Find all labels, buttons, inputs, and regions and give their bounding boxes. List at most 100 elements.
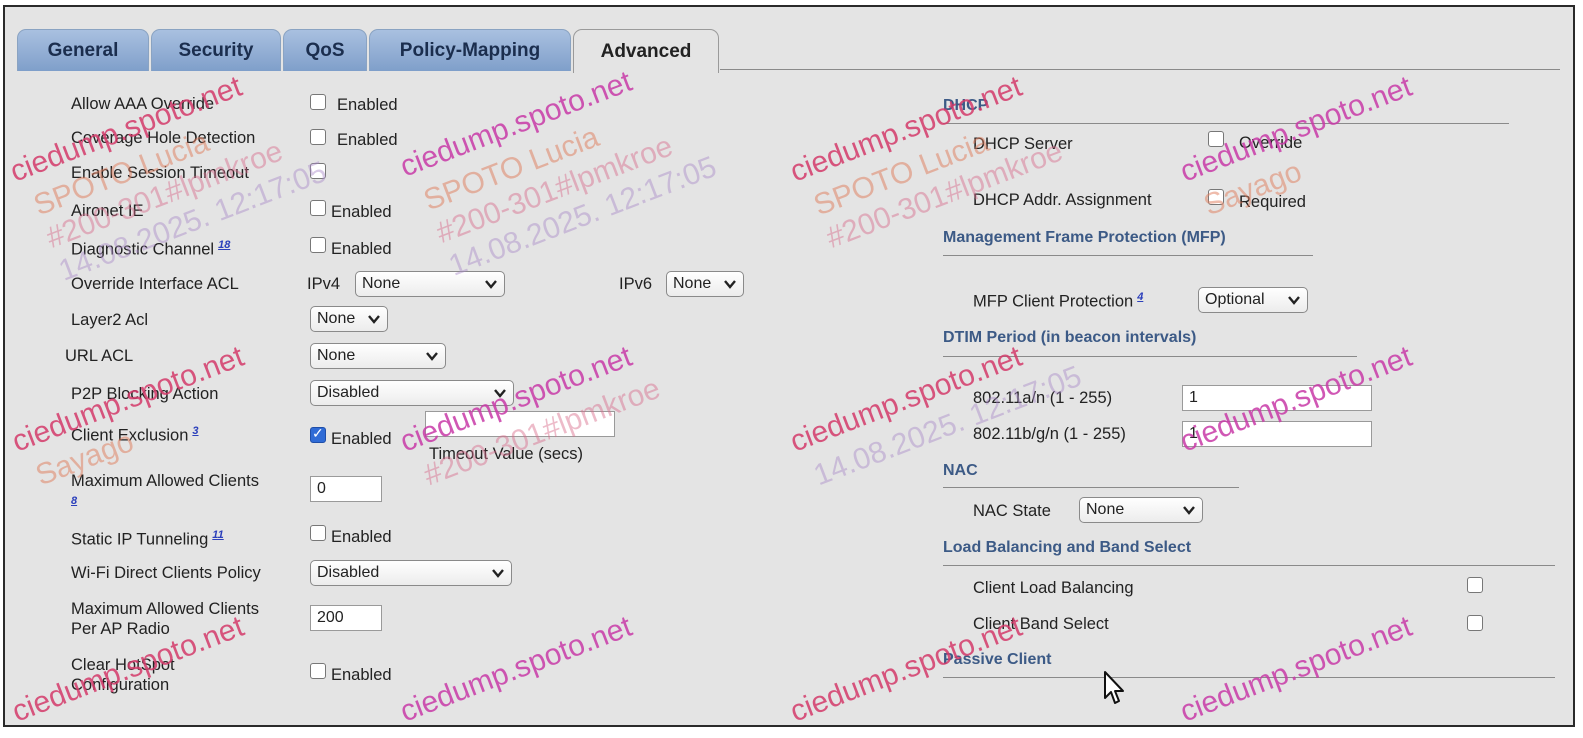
mfp-client-protection-footnote[interactable]: 4 [1137,291,1143,303]
aironet-ie-checkbox[interactable] [310,200,326,216]
p2p-blocking-label: P2P Blocking Action [71,385,219,403]
dtim-a-input[interactable]: 1 [1182,385,1372,411]
mfp-client-protection-label: MFP Client Protection 4 [973,291,1144,311]
chevron-down-icon [368,315,380,324]
watermark-site-text: ciedump.spoto.net [396,65,637,184]
client-band-select-checkbox[interactable] [1467,615,1483,631]
client-exclusion-timeout-label: Timeout Value (secs) [429,445,584,463]
client-exclusion-timeout-input[interactable] [425,411,615,437]
diagnostic-channel-enabled-text: Enabled [331,240,392,258]
dtim-b-label: 802.11b/g/n (1 - 255) [973,425,1126,443]
p2p-blocking-value: Disabled [317,384,380,401]
chevron-down-icon [724,280,736,289]
nac-section-title: NAC [943,462,978,479]
diagnostic-channel-label: Diagnostic Channel 18 [71,239,231,259]
wifi-direct-label: Wi-Fi Direct Clients Policy [71,564,261,582]
dhcp-addr-assignment-label: DHCP Addr. Assignment [973,191,1152,209]
tab-general[interactable]: General [17,29,149,71]
watermark-site-text: ciedump.spoto.net [786,70,1027,189]
override-acl-ipv6-select[interactable]: None [666,271,744,297]
watermark-line2: #200-301#lpmkroe [42,135,287,255]
mfp-section-title: Management Frame Protection (MFP) [943,229,1226,246]
watermark-block-7: ciedump.spoto.net 14.08.2025. 12:17:05 [786,340,1086,493]
url-acl-value: None [317,347,356,364]
client-exclusion-checkbox[interactable] [310,425,326,443]
coverage-hole-checkbox[interactable] [310,129,326,145]
max-clients-radio-label: Maximum Allowed Clients Per AP Radio [71,600,259,638]
watermark-line1: SPOTO Lucia [419,120,603,217]
allow-aaa-override-enabled-text: Enabled [337,96,398,114]
allow-aaa-override-checkbox[interactable] [310,94,326,110]
dtim-section-title: DTIM Period (in beacon intervals) [943,329,1197,346]
watermark-block-10: ciedump.spoto.net [396,610,637,727]
watermark-block-12: ciedump.spoto.net [1176,610,1417,727]
max-clients-input[interactable]: 0 [310,476,382,502]
mfp-client-protection-select[interactable]: Optional [1198,287,1308,313]
dhcp-server-label: DHCP Server [973,135,1073,153]
override-acl-ipv4-label: IPv4 [307,275,341,293]
watermark-site-text: ciedump.spoto.net [1176,610,1417,727]
clear-hotspot-enabled-text: Enabled [331,666,392,684]
dhcp-addr-required-checkbox[interactable] [1208,189,1224,205]
override-acl-ipv4-select[interactable]: None [355,271,505,297]
watermark-site-text: ciedump.spoto.net [1176,70,1417,189]
chevron-down-icon [426,352,438,361]
tab-policy-mapping[interactable]: Policy-Mapping [369,29,571,71]
chevron-down-icon [492,569,504,578]
tab-underline [720,69,1560,70]
watermark-line1: SPOTO Lucia [809,125,993,222]
mfp-divider [943,255,1313,256]
tab-qos[interactable]: QoS [283,29,367,71]
layer2-acl-select[interactable]: None [310,306,388,332]
chevron-down-icon [1288,296,1300,305]
static-ip-label: Static IP Tunneling 11 [71,529,224,549]
load-balancing-section-title: Load Balancing and Band Select [943,539,1192,556]
static-ip-footnote[interactable]: 11 [212,529,223,541]
layer2-acl-value: None [317,310,356,327]
allow-aaa-override-label: Allow AAA Override [71,95,215,113]
client-load-balancing-label: Client Load Balancing [973,579,1134,597]
override-acl-ipv6-label: IPv6 [619,275,653,293]
nac-divider [943,487,1239,488]
wifi-direct-value: Disabled [317,564,380,581]
tab-security[interactable]: Security [151,29,281,71]
dhcp-server-override-checkbox[interactable] [1208,131,1224,147]
override-acl-label: Override Interface ACL [71,275,239,293]
dtim-divider [943,356,1357,357]
static-ip-checkbox[interactable] [310,525,326,541]
p2p-blocking-select[interactable]: Disabled [310,380,514,406]
watermark-block-2: ciedump.spoto.net SPOTO Lucia #200-301#l… [396,65,721,283]
diagnostic-channel-checkbox[interactable] [310,237,326,253]
clear-hotspot-checkbox[interactable] [310,663,326,679]
static-ip-enabled-text: Enabled [331,528,392,546]
session-timeout-checkbox[interactable] [310,163,326,179]
passive-client-divider [943,677,1555,678]
wifi-direct-select[interactable]: Disabled [310,560,512,586]
max-clients-footnote[interactable]: 8 [71,495,77,507]
url-acl-label: URL ACL [65,347,134,365]
nac-state-label: NAC State [973,502,1051,520]
dhcp-server-override-text: Override [1239,134,1303,152]
watermark-line2: #200-301#lpmkroe [432,130,677,250]
chevron-down-icon [494,389,506,398]
dtim-a-label: 802.11a/n (1 - 255) [973,389,1113,407]
dtim-b-input[interactable]: 1 [1182,421,1372,447]
override-acl-ipv6-value: None [673,275,712,292]
max-clients-radio-input[interactable]: 200 [310,605,382,631]
client-exclusion-enabled-text: Enabled [331,430,392,448]
dhcp-divider [943,123,1509,124]
url-acl-select[interactable]: None [310,343,446,369]
aironet-ie-label: Aironet IE [71,202,144,220]
nac-state-value: None [1086,501,1125,518]
coverage-hole-enabled-text: Enabled [337,131,398,149]
nac-state-select[interactable]: None [1079,497,1203,523]
diagnostic-channel-footnote[interactable]: 18 [218,239,230,251]
override-acl-ipv4-value: None [362,275,401,292]
tab-advanced[interactable]: Advanced [573,29,719,73]
client-exclusion-footnote[interactable]: 3 [192,425,198,437]
passive-client-section-title: Passive Client [943,651,1052,668]
client-load-balancing-checkbox[interactable] [1467,577,1483,593]
watermark-site-text: ciedump.spoto.net [396,610,637,727]
chevron-down-icon [1183,506,1195,515]
wlan-advanced-panel: General Security QoS Policy-Mapping Adva… [3,5,1575,727]
